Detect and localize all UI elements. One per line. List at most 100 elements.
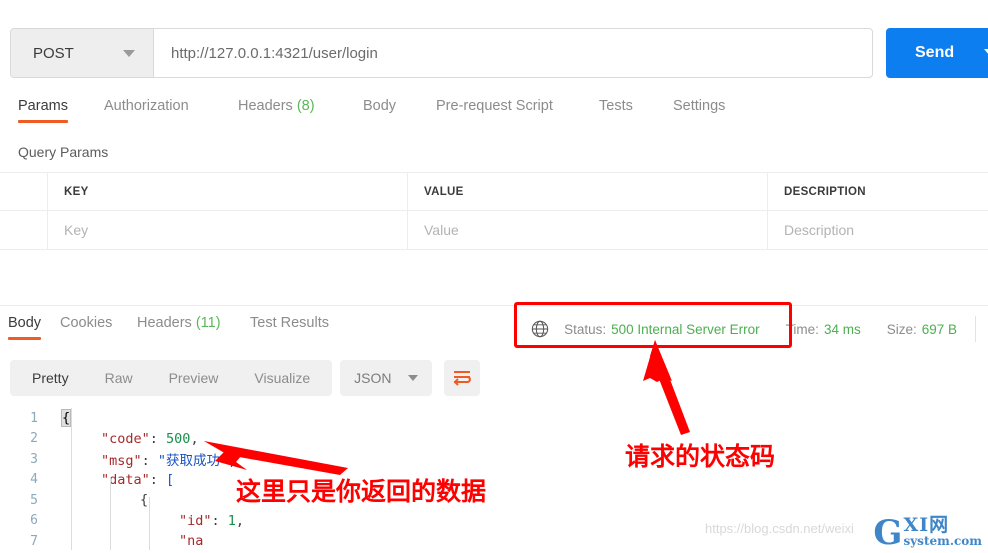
code-token: "data"	[101, 471, 150, 488]
wrap-lines-button[interactable]	[443, 360, 480, 396]
view-mode-preview[interactable]: Preview	[151, 360, 237, 396]
wrap-lines-icon	[453, 371, 471, 386]
code-token: {	[140, 492, 149, 509]
request-tab-params[interactable]: Params	[18, 98, 68, 123]
code-text: {	[126, 492, 148, 508]
request-tab-tests[interactable]: Tests	[599, 98, 633, 123]
annotation-data-note: 这里只是你返回的数据	[236, 477, 487, 506]
url-input[interactable]: http://127.0.0.1:4321/user/login	[154, 29, 872, 77]
postman-window: POST http://127.0.0.1:4321/user/login Se…	[0, 0, 988, 550]
code-token: ,	[228, 453, 237, 470]
chevron-down-icon	[407, 375, 418, 381]
table-row: Key Value Description	[0, 211, 988, 249]
tab-label: Tests	[599, 98, 633, 114]
logo-text-block: XI网 system.com	[903, 515, 982, 548]
code-token: "获取成功"	[157, 453, 229, 470]
value-input[interactable]: Value	[408, 211, 768, 249]
line-number: 2	[30, 431, 38, 447]
strip-divider	[975, 316, 976, 342]
code-token: "code"	[101, 430, 150, 447]
request-tab-headers[interactable]: Headers (8)	[238, 98, 315, 123]
size-label: Size:	[886, 321, 917, 337]
row-checkbox-cell[interactable]	[0, 211, 48, 249]
tab-label: Cookies	[60, 315, 113, 331]
response-tab-test-results[interactable]: Test Results	[250, 315, 329, 340]
response-tab-cookies[interactable]: Cookies	[60, 315, 112, 340]
site-logo: G XI网 system.com	[873, 512, 982, 553]
code-token: 1	[227, 512, 236, 529]
time-value: 34 ms	[823, 321, 861, 337]
tab-label: Authorization	[104, 98, 189, 114]
code-line: 4 "data": [	[0, 470, 988, 491]
size-value: 697 B	[921, 321, 957, 337]
send-options-chevron-icon[interactable]	[984, 49, 988, 56]
send-button[interactable]: Send	[886, 28, 988, 78]
code-text: "code": 500,	[87, 431, 199, 447]
request-tab-authorization[interactable]: Authorization	[104, 98, 189, 123]
section-divider	[0, 305, 988, 306]
format-select[interactable]: JSON	[340, 360, 432, 396]
logo-letter: G	[873, 513, 903, 553]
request-url-bar: POST http://127.0.0.1:4321/user/login	[10, 28, 873, 78]
code-text: "id": 1,	[165, 513, 244, 529]
code-line: 1{	[0, 408, 988, 429]
logo-title: XI网	[903, 514, 950, 536]
line-number: 1	[30, 410, 38, 426]
view-mode-pretty[interactable]: Pretty	[14, 360, 87, 396]
response-tab-headers[interactable]: Headers (11)	[137, 315, 221, 340]
code-token: [	[166, 471, 175, 488]
request-tab-body[interactable]: Body	[363, 98, 396, 123]
view-mode-group: Pretty Raw Preview Visualize	[10, 360, 333, 396]
http-method-select[interactable]: POST	[11, 29, 154, 77]
tab-count: (8)	[292, 98, 315, 114]
format-label: JSON	[354, 370, 392, 386]
code-line: 3 "msg": "获取成功",	[0, 449, 988, 470]
line-number: 6	[30, 513, 38, 529]
code-text: "data": [	[87, 472, 174, 488]
request-tab-settings[interactable]: Settings	[673, 98, 725, 123]
watermark-url: https://blog.csdn.net/weixi	[705, 521, 854, 536]
tab-label: Headers	[137, 315, 192, 331]
http-method-label: POST	[33, 44, 74, 62]
view-mode-visualize[interactable]: Visualize	[236, 360, 328, 396]
logo-subtitle: system.com	[903, 534, 982, 548]
line-number: 3	[30, 451, 38, 467]
indent-guide	[71, 408, 72, 550]
active-tab-underline	[8, 337, 42, 340]
tab-label: Settings	[673, 98, 726, 114]
code-text: "msg": "获取成功",	[87, 449, 236, 469]
annotation-status-note: 请求的状态码	[625, 442, 776, 471]
description-input[interactable]: Description	[768, 211, 988, 249]
response-body-toolbar: Pretty Raw Preview Visualize JSON	[10, 360, 480, 396]
tab-label: Body	[363, 98, 397, 114]
query-params-title: Query Params	[18, 144, 109, 160]
code-token: :	[149, 430, 167, 447]
code-token: "msg"	[101, 453, 142, 470]
tab-label: Pre-request Script	[436, 98, 553, 114]
header-description: DESCRIPTION	[784, 185, 866, 198]
code-token: :	[141, 453, 158, 470]
key-input[interactable]: Key	[48, 211, 408, 249]
tab-label: Headers	[238, 98, 293, 114]
table-header-row: KEY VALUE DESCRIPTION	[0, 173, 988, 211]
code-token: {	[60, 409, 72, 428]
tab-label: Body	[8, 315, 42, 331]
tab-label: Test Results	[250, 315, 329, 331]
code-token: :	[149, 471, 167, 488]
status-highlight-box	[514, 302, 792, 348]
header-checkbox-cell	[0, 173, 48, 210]
tab-label: Params	[18, 98, 68, 114]
indent-guide	[149, 497, 150, 550]
code-token: 500	[166, 430, 191, 447]
code-text: {	[48, 409, 72, 428]
send-button-label: Send	[915, 44, 955, 61]
response-tab-body[interactable]: Body	[8, 315, 42, 340]
view-mode-raw[interactable]: Raw	[87, 360, 151, 396]
code-line: 2 "code": 500,	[0, 429, 988, 450]
request-tab-pre-request-script[interactable]: Pre-request Script	[436, 98, 553, 123]
code-token: :	[211, 512, 228, 529]
tab-count: (11)	[191, 315, 221, 331]
header-value: VALUE	[408, 173, 768, 210]
header-key: KEY	[48, 173, 408, 210]
code-text: "na	[165, 533, 203, 549]
